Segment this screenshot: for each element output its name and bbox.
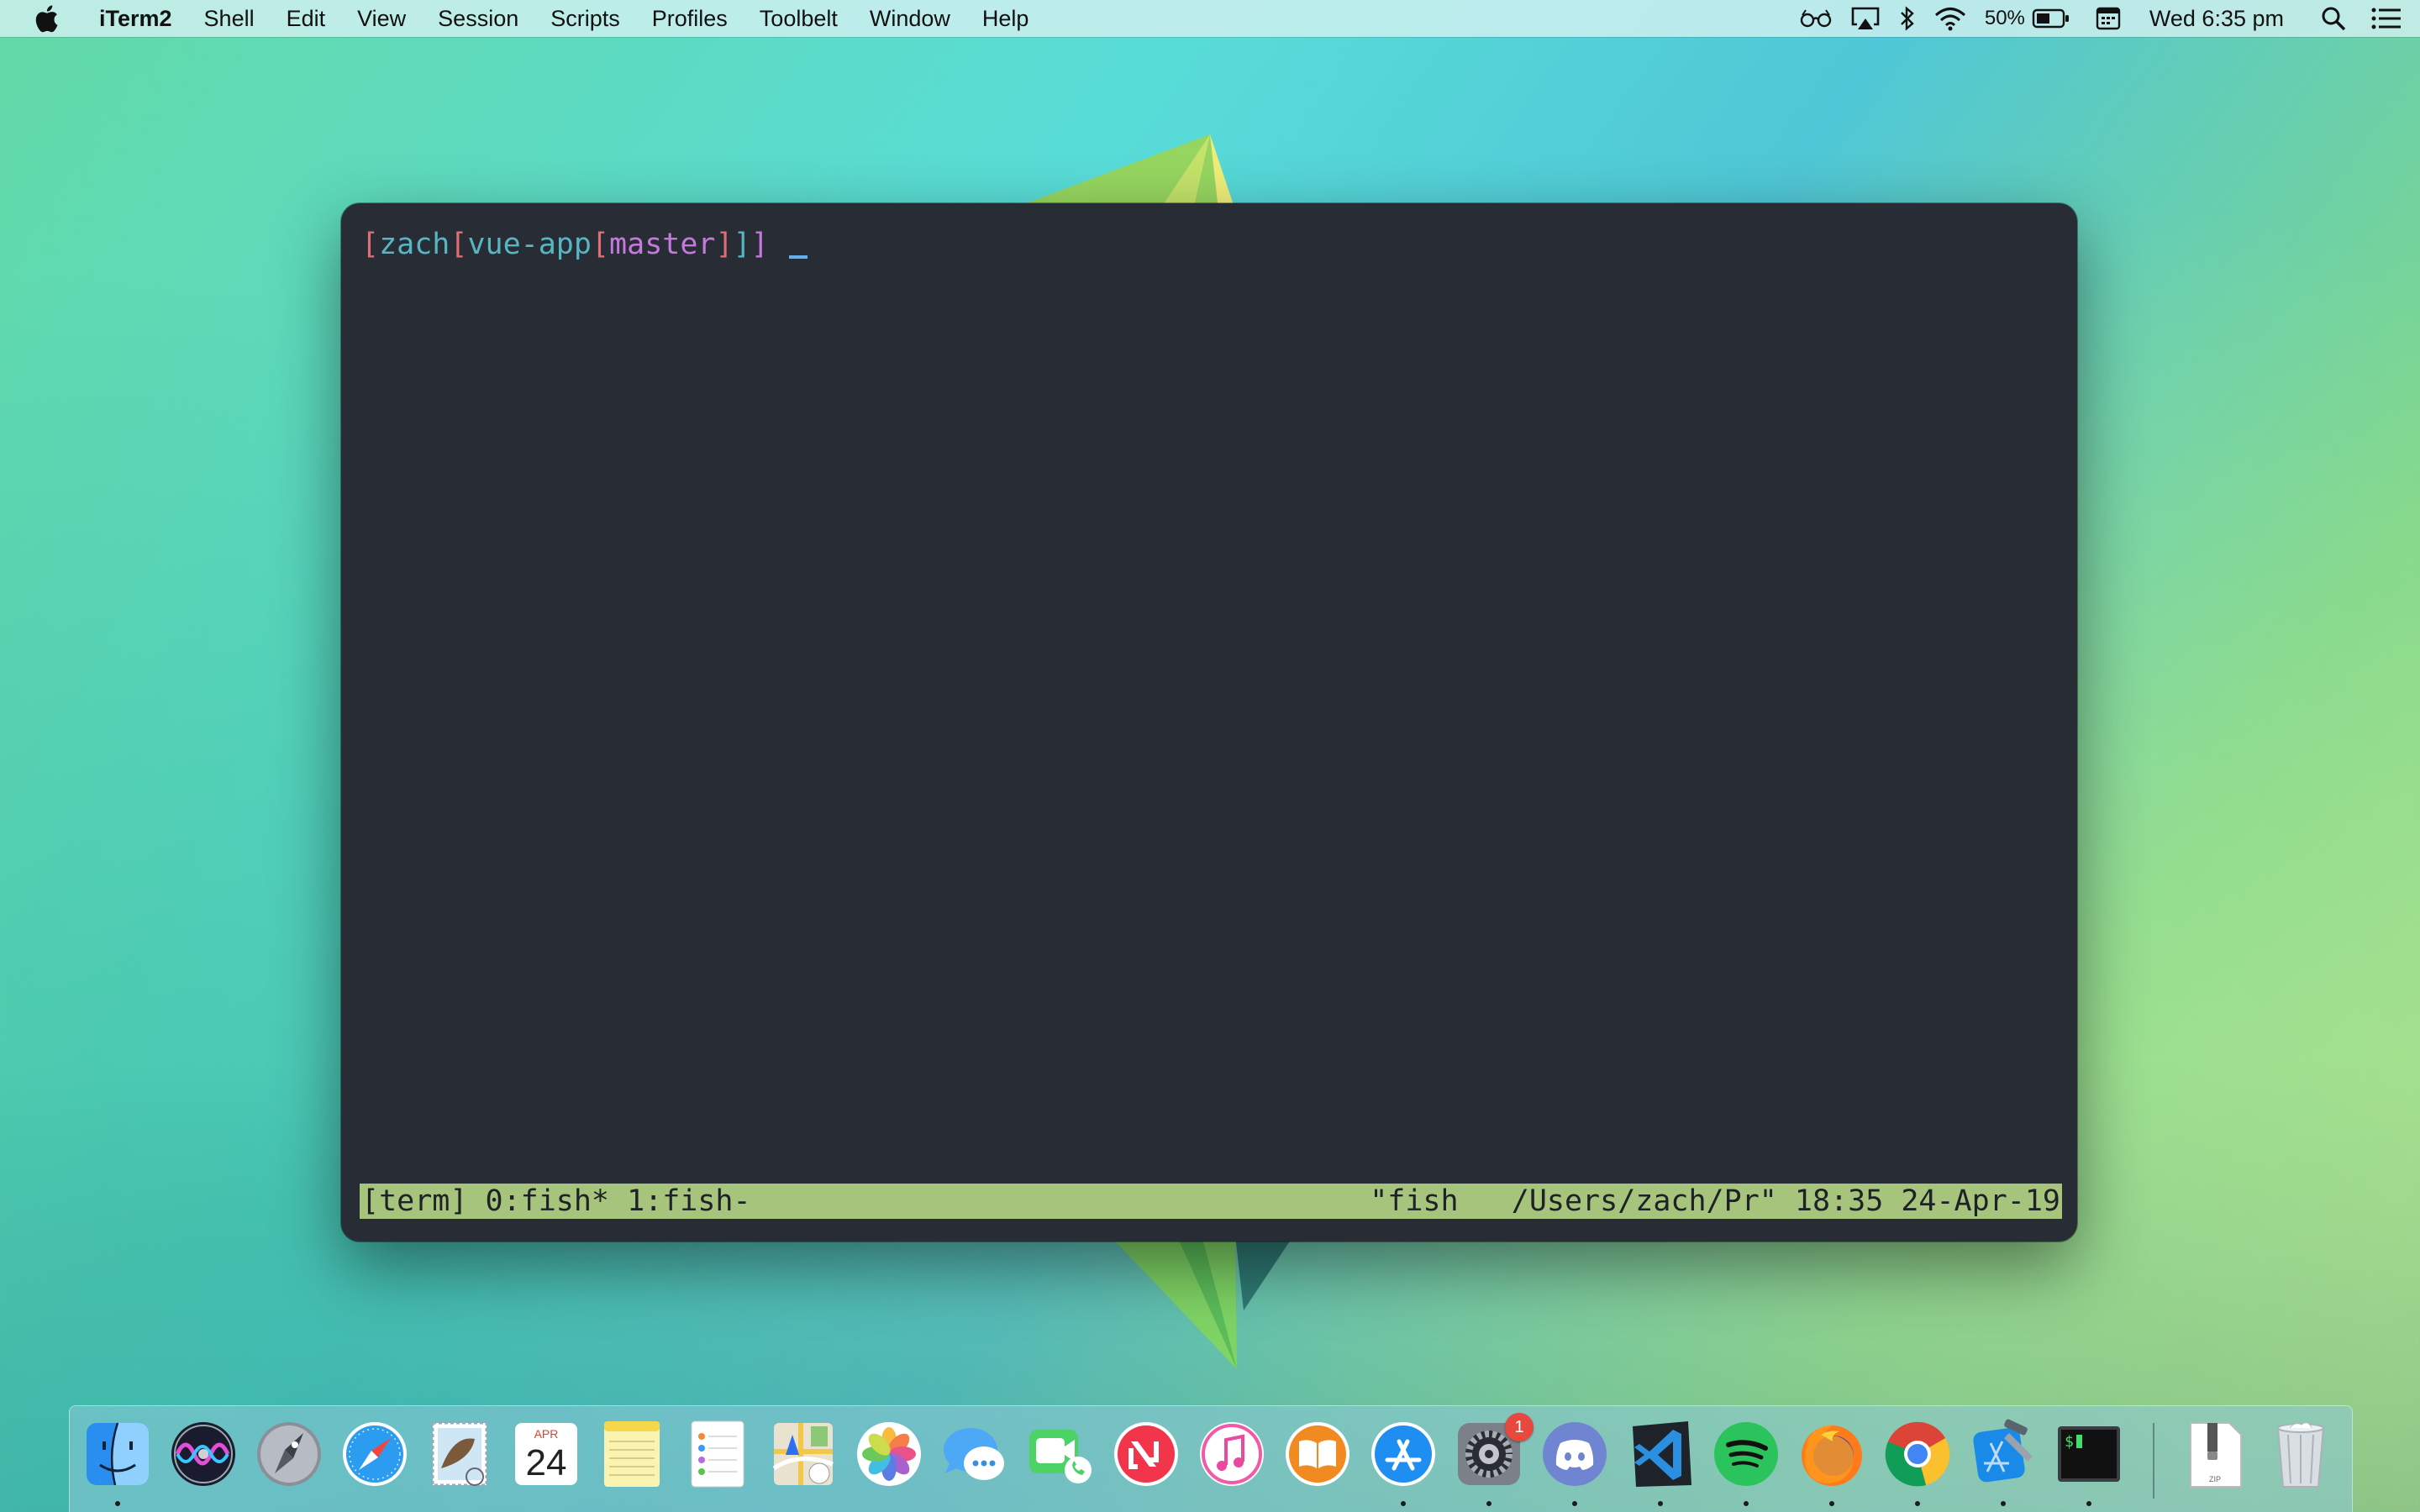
dock-vscode-icon[interactable] xyxy=(1624,1418,1697,1490)
dock-spotify-icon[interactable] xyxy=(1710,1418,1782,1490)
notification-center-icon[interactable] xyxy=(2371,8,2402,29)
dock-discord-icon[interactable] xyxy=(1539,1418,1611,1490)
dock-separator xyxy=(2153,1423,2154,1499)
tmux-window-list[interactable]: [term] 0:fish* 1:fish- xyxy=(361,1184,751,1219)
dock-news-icon[interactable] xyxy=(1110,1418,1182,1490)
dock-running-indicator xyxy=(1744,1501,1749,1506)
dock-running-indicator xyxy=(1572,1501,1577,1506)
dock-running-indicator xyxy=(2001,1501,2006,1506)
menu-profiles[interactable]: Profiles xyxy=(636,0,744,37)
tmux-status-right: "fish /Users/zach/Pr" 18:35 24-Apr-19 xyxy=(1370,1184,2060,1218)
menu-session[interactable]: Session xyxy=(422,0,534,37)
zip-label: ZIP xyxy=(2209,1475,2221,1483)
dock-facetime-icon[interactable] xyxy=(1024,1418,1097,1490)
dock-running-indicator xyxy=(2086,1501,2091,1506)
apple-menu-icon[interactable] xyxy=(34,4,59,33)
dock-notes-icon[interactable] xyxy=(596,1418,668,1490)
menu-clock[interactable]: Wed 6:35 pm xyxy=(2149,6,2284,32)
svg-text:$: $ xyxy=(2065,1433,2074,1451)
airplay-icon[interactable] xyxy=(1850,6,1881,31)
prompt-bracket: [ xyxy=(591,228,610,261)
dock-zip-archive-icon[interactable]: ZIP xyxy=(2179,1418,2251,1490)
dock-running-indicator xyxy=(1829,1501,1834,1506)
dock-launchpad-icon[interactable] xyxy=(253,1418,325,1490)
dock-firefox-icon[interactable] xyxy=(1796,1418,1868,1490)
terminal-cursor xyxy=(788,255,808,259)
calendar-icon[interactable] xyxy=(2096,6,2121,31)
search-icon[interactable] xyxy=(2321,6,2346,31)
dock-reminders-icon[interactable] xyxy=(681,1418,754,1490)
menu-app-name[interactable]: iTerm2 xyxy=(84,0,188,37)
dock-running-indicator xyxy=(115,1501,120,1506)
bluetooth-icon[interactable] xyxy=(1899,6,1916,31)
dock-app-store-icon[interactable] xyxy=(1367,1418,1439,1490)
battery-percent: 50% xyxy=(1984,7,2025,29)
menu-edit[interactable]: Edit xyxy=(271,0,342,37)
dock-xcode-icon[interactable] xyxy=(1967,1418,2039,1490)
dock-itunes-icon[interactable] xyxy=(1196,1418,1268,1490)
dock-running-indicator xyxy=(1915,1501,1920,1506)
menu-bar: iTerm2 Shell Edit View Session Scripts P… xyxy=(0,0,2420,37)
prompt-user: zach xyxy=(379,228,450,261)
dock-chrome-icon[interactable] xyxy=(1881,1418,1954,1490)
prompt-git-branch: master xyxy=(609,228,716,261)
dock-iterm2-icon[interactable]: $ xyxy=(2053,1418,2125,1490)
prompt-bracket: ] xyxy=(715,228,734,261)
prompt-directory: vue-app xyxy=(467,228,592,261)
wifi-icon[interactable] xyxy=(1934,6,1966,31)
glasses-icon[interactable] xyxy=(1800,8,1832,29)
dock-books-icon[interactable] xyxy=(1281,1418,1354,1490)
calendar-month: APR xyxy=(534,1427,559,1441)
shell-prompt[interactable]: [zach[vue-app[master]]] xyxy=(361,227,808,262)
dock-running-indicator xyxy=(1401,1501,1406,1506)
menu-shell[interactable]: Shell xyxy=(188,0,271,37)
notification-badge: 1 xyxy=(1505,1413,1534,1441)
dock-finder-icon[interactable] xyxy=(82,1418,154,1490)
menu-toolbelt[interactable]: Toolbelt xyxy=(744,0,854,37)
prompt-bracket: [ xyxy=(450,228,468,261)
menu-view[interactable]: View xyxy=(341,0,422,37)
menu-window[interactable]: Window xyxy=(854,0,966,37)
dock-safari-icon[interactable] xyxy=(339,1418,411,1490)
battery-icon[interactable] xyxy=(2032,8,2070,29)
dock-photos-icon[interactable] xyxy=(853,1418,925,1490)
prompt-bracket: [ xyxy=(361,228,380,261)
menu-help[interactable]: Help xyxy=(966,0,1045,37)
iterm2-window[interactable]: [zach[vue-app[master]]] [term] 0:fish* 1… xyxy=(341,203,2077,1242)
dock-messages-icon[interactable] xyxy=(939,1418,1011,1490)
dock-running-indicator xyxy=(1486,1501,1491,1506)
menu-scripts[interactable]: Scripts xyxy=(534,0,636,37)
dock-calendar-icon[interactable]: APR 24 xyxy=(510,1418,582,1490)
dock-mail-icon[interactable] xyxy=(424,1418,497,1490)
prompt-bracket: ] xyxy=(733,228,751,261)
dock-running-indicator xyxy=(1658,1501,1663,1506)
dock-maps-icon[interactable] xyxy=(767,1418,839,1490)
tmux-status-bar: [term] 0:fish* 1:fish- "fish /Users/zach… xyxy=(360,1184,2062,1219)
dock-trash-icon[interactable] xyxy=(2265,1418,2337,1490)
prompt-bracket: ] xyxy=(750,228,769,261)
calendar-day: 24 xyxy=(526,1442,567,1483)
dock-siri-icon[interactable] xyxy=(167,1418,239,1490)
